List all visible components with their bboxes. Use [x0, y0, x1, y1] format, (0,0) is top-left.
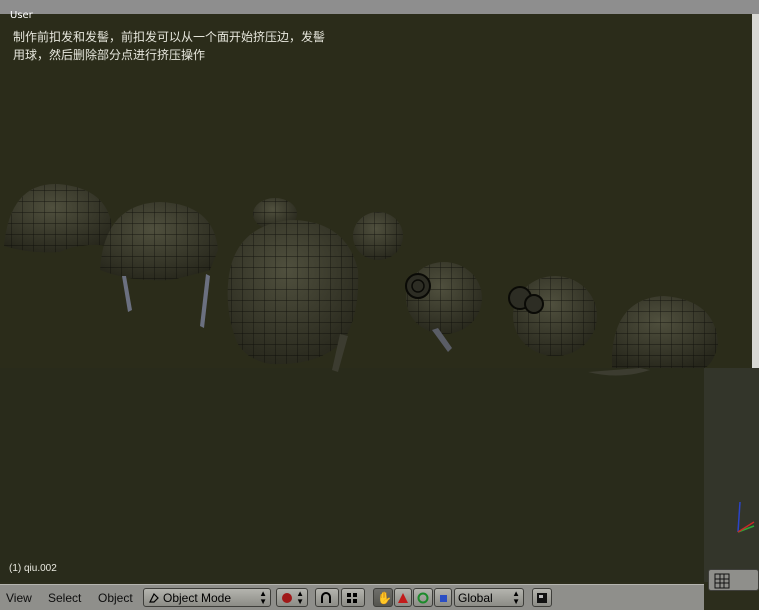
rotate-button[interactable]	[413, 588, 433, 607]
magnet-icon	[321, 591, 331, 603]
layer-button[interactable]	[532, 588, 552, 607]
viewport-header: View Select Object Object Mode ▲▼ ▲▼ ✋	[0, 584, 704, 610]
snap-button[interactable]	[341, 588, 365, 607]
object-mode-icon	[149, 592, 159, 603]
grid-icon	[714, 573, 730, 589]
helmet-mesh-1[interactable]	[4, 183, 112, 253]
top-window-bar	[0, 0, 759, 14]
snap-grid-icon	[347, 592, 357, 603]
layer-icon	[537, 592, 547, 603]
manipulator-toggle[interactable]: ✋	[373, 588, 393, 607]
caption-line-2: 用球，然后删除部分点进行挤压操作	[13, 48, 206, 62]
menu-object[interactable]: Object	[98, 591, 133, 605]
mesh-models	[4, 183, 718, 376]
head-mesh-small-2[interactable]	[508, 276, 597, 356]
mode-dropdown[interactable]: Object Mode ▲ ▼	[143, 588, 271, 607]
draw-type-dropdown[interactable]: ▲ ▼	[276, 588, 308, 607]
dropdown-arrow-icon: ▲ ▼	[259, 588, 267, 606]
head-mesh-large[interactable]	[227, 198, 403, 372]
pivot-dropdown[interactable]	[315, 588, 339, 607]
active-object-label: (1) qiu.002	[9, 563, 57, 574]
tutorial-caption: 制作前扣发和发髻，前扣发可以从一个面开始挤压边，发髻 用球，然后删除部分点进行挤…	[13, 28, 325, 64]
menu-view[interactable]: View	[6, 591, 32, 605]
caption-line-1: 制作前扣发和发髻，前扣发可以从一个面开始挤压边，发髻	[13, 30, 326, 44]
sphere-shading-icon	[282, 592, 292, 603]
head-mesh-small-3[interactable]	[588, 296, 718, 376]
orientation-label: Global	[458, 590, 493, 605]
axis-z-line	[737, 501, 741, 533]
hand-icon: ✋	[377, 590, 392, 605]
rotate-circle-icon	[417, 592, 429, 603]
menu-select[interactable]: Select	[48, 591, 81, 605]
dropdown-arrow-icon: ▲ ▼	[512, 588, 520, 606]
dropdown-arrow-icon: ▲ ▼	[296, 588, 304, 606]
scale-button[interactable]	[434, 588, 452, 607]
orientation-dropdown[interactable]: Global ▲ ▼	[454, 588, 524, 607]
grid-button[interactable]	[708, 569, 759, 591]
triangle-translate-icon	[398, 592, 408, 603]
head-mesh-small-1[interactable]	[405, 262, 482, 352]
translate-button[interactable]	[394, 588, 412, 607]
view-label: User	[10, 10, 33, 21]
axis-gizmo	[737, 501, 755, 533]
helmet-mesh-2[interactable]	[100, 202, 218, 328]
mode-label: Object Mode	[163, 590, 232, 605]
scale-square-icon	[440, 594, 447, 602]
